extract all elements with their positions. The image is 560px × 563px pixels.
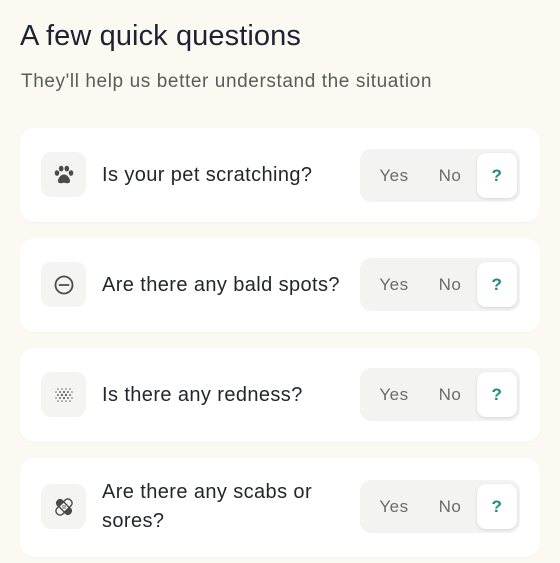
answer-toggle: Yes No ? bbox=[360, 480, 520, 533]
answer-toggle: Yes No ? bbox=[360, 368, 520, 421]
questionnaire-page: A few quick questions They'll help us be… bbox=[0, 0, 560, 563]
answer-unknown-button[interactable]: ? bbox=[477, 153, 517, 198]
answer-toggle: Yes No ? bbox=[360, 149, 520, 202]
question-text-line: sores? bbox=[102, 510, 165, 532]
minus-circle-icon bbox=[41, 262, 86, 307]
question-text: Are there any scabs or sores? bbox=[102, 478, 312, 536]
answer-no-button[interactable]: No bbox=[424, 480, 476, 533]
answer-unknown-button[interactable]: ? bbox=[477, 262, 517, 307]
answer-no-button[interactable]: No bbox=[424, 258, 476, 311]
answer-unknown-button[interactable]: ? bbox=[477, 484, 517, 529]
answer-yes-button[interactable]: Yes bbox=[368, 480, 420, 533]
bandage-icon bbox=[41, 484, 86, 529]
answer-unknown-button[interactable]: ? bbox=[477, 372, 517, 417]
dot-grid-icon bbox=[41, 372, 86, 417]
answer-no-button[interactable]: No bbox=[424, 149, 476, 202]
question-text: Is your pet scratching? bbox=[102, 164, 313, 186]
page-title: A few quick questions bbox=[20, 20, 301, 52]
answer-toggle: Yes No ? bbox=[360, 258, 520, 311]
question-text: Are there any bald spots? bbox=[102, 274, 340, 296]
question-text-line: Are there any scabs or bbox=[102, 481, 313, 503]
answer-yes-button[interactable]: Yes bbox=[368, 368, 420, 421]
question-text: Is there any redness? bbox=[102, 384, 303, 406]
answer-yes-button[interactable]: Yes bbox=[368, 258, 420, 311]
question-card-scratching: Is your pet scratching? Yes No ? bbox=[20, 128, 540, 222]
answer-yes-button[interactable]: Yes bbox=[368, 149, 420, 202]
page-subtitle: They'll help us better understand the si… bbox=[21, 71, 433, 92]
paw-icon bbox=[41, 152, 86, 197]
question-card-scabs: Are there any scabs or sores? Yes No ? bbox=[20, 458, 540, 557]
answer-no-button[interactable]: No bbox=[424, 368, 476, 421]
question-card-bald-spots: Are there any bald spots? Yes No ? bbox=[20, 238, 540, 332]
question-card-redness: Is there any redness? Yes No ? bbox=[20, 348, 540, 442]
